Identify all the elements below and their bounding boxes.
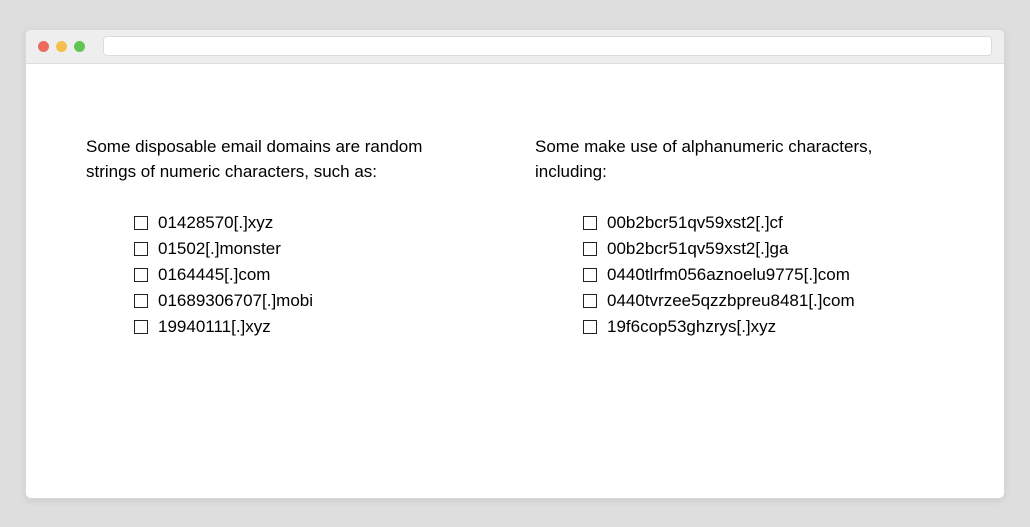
column-heading: Some disposable email domains are random…	[86, 134, 456, 185]
domain-label: 00b2bcr51qv59xst2[.]ga	[607, 239, 788, 259]
checkbox-icon[interactable]	[134, 294, 148, 308]
list-item: 0440tvrzee5qzzbpreu8481[.]com	[583, 291, 944, 311]
column-alphanumeric: Some make use of alphanumeric characters…	[535, 134, 944, 458]
domain-label: 01689306707[.]mobi	[158, 291, 313, 311]
domain-label: 19f6cop53ghzrys[.]xyz	[607, 317, 776, 337]
list-item: 01502[.]monster	[134, 239, 495, 259]
list-item: 00b2bcr51qv59xst2[.]cf	[583, 213, 944, 233]
domain-list-alphanumeric: 00b2bcr51qv59xst2[.]cf 00b2bcr51qv59xst2…	[535, 213, 944, 337]
list-item: 01428570[.]xyz	[134, 213, 495, 233]
checkbox-icon[interactable]	[134, 320, 148, 334]
domain-list-numeric: 01428570[.]xyz 01502[.]monster 0164445[.…	[86, 213, 495, 337]
list-item: 00b2bcr51qv59xst2[.]ga	[583, 239, 944, 259]
list-item: 0164445[.]com	[134, 265, 495, 285]
list-item: 19940111[.]xyz	[134, 317, 495, 337]
checkbox-icon[interactable]	[583, 268, 597, 282]
column-heading: Some make use of alphanumeric characters…	[535, 134, 905, 185]
domain-label: 0440tvrzee5qzzbpreu8481[.]com	[607, 291, 855, 311]
checkbox-icon[interactable]	[134, 268, 148, 282]
domain-label: 0164445[.]com	[158, 265, 270, 285]
minimize-icon[interactable]	[56, 41, 67, 52]
domain-label: 19940111[.]xyz	[158, 317, 271, 337]
browser-titlebar	[26, 30, 1004, 64]
checkbox-icon[interactable]	[583, 320, 597, 334]
checkbox-icon[interactable]	[134, 216, 148, 230]
domain-label: 0440tlrfm056aznoelu9775[.]com	[607, 265, 850, 285]
list-item: 19f6cop53ghzrys[.]xyz	[583, 317, 944, 337]
browser-window: Some disposable email domains are random…	[25, 29, 1005, 499]
domain-label: 01428570[.]xyz	[158, 213, 273, 233]
domain-label: 01502[.]monster	[158, 239, 281, 259]
close-icon[interactable]	[38, 41, 49, 52]
list-item: 0440tlrfm056aznoelu9775[.]com	[583, 265, 944, 285]
column-numeric: Some disposable email domains are random…	[86, 134, 495, 458]
traffic-lights	[38, 41, 85, 52]
domain-label: 00b2bcr51qv59xst2[.]cf	[607, 213, 783, 233]
checkbox-icon[interactable]	[134, 242, 148, 256]
checkbox-icon[interactable]	[583, 216, 597, 230]
page-content: Some disposable email domains are random…	[26, 64, 1004, 498]
list-item: 01689306707[.]mobi	[134, 291, 495, 311]
address-bar[interactable]	[103, 36, 992, 56]
checkbox-icon[interactable]	[583, 294, 597, 308]
checkbox-icon[interactable]	[583, 242, 597, 256]
maximize-icon[interactable]	[74, 41, 85, 52]
